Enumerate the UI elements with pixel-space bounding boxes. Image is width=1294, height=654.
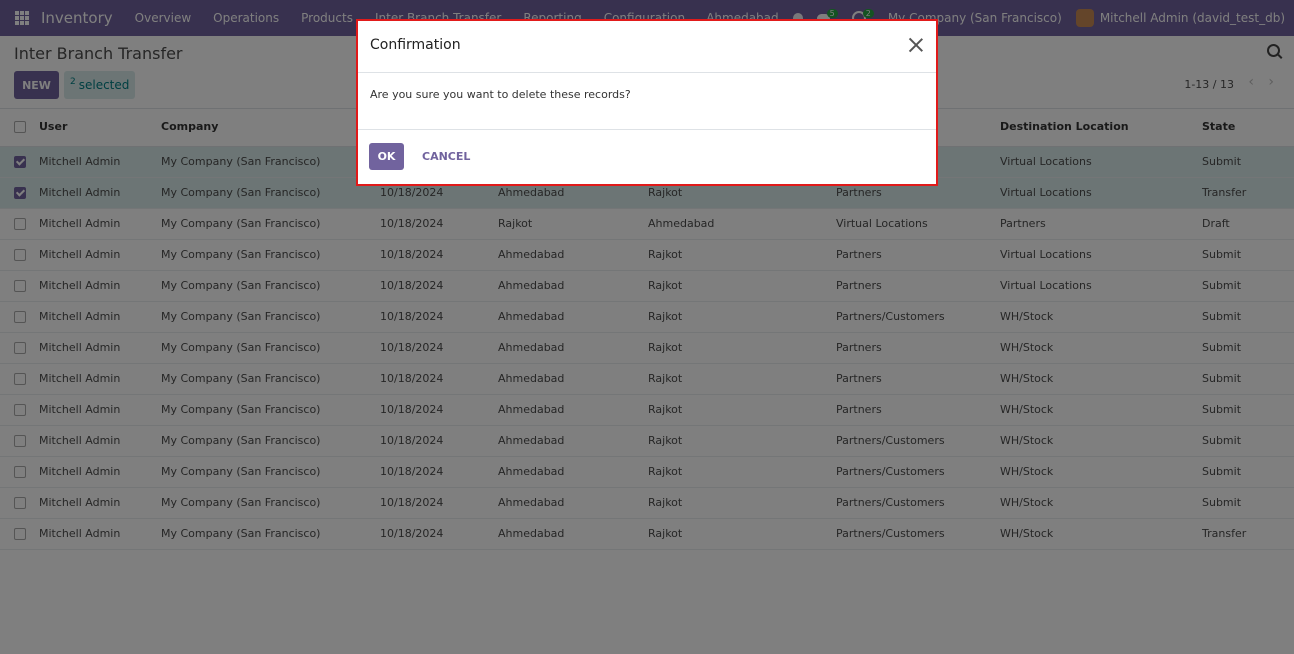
close-icon[interactable] (908, 37, 924, 53)
ok-button[interactable]: OK (369, 143, 404, 170)
cancel-button[interactable]: CANCEL (416, 143, 476, 170)
dialog-title: Confirmation (370, 37, 461, 53)
dialog-footer: OK CANCEL (358, 130, 936, 186)
dialog-message: Are you sure you want to delete these re… (370, 88, 631, 101)
dialog-header: Confirmation (358, 21, 936, 73)
dialog-body: Are you sure you want to delete these re… (358, 73, 936, 130)
confirmation-dialog: Confirmation Are you sure you want to de… (356, 19, 938, 186)
